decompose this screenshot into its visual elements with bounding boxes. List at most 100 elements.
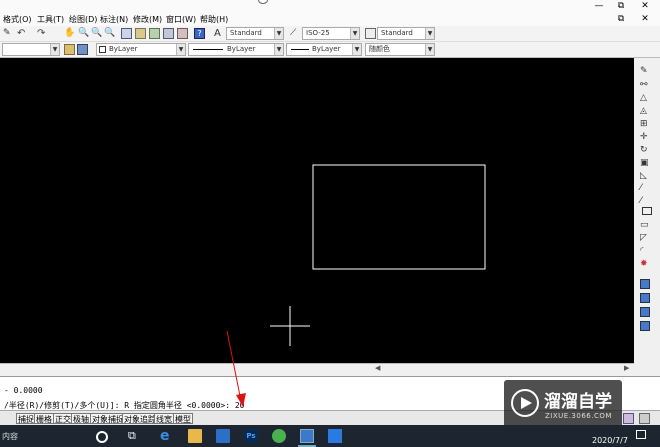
- lineweight-value: ByLayer: [312, 45, 341, 53]
- rotate-icon[interactable]: ↻: [640, 145, 650, 155]
- tray-settings-icon[interactable]: [623, 413, 634, 424]
- text-style-icon[interactable]: A: [214, 28, 225, 39]
- stretch-icon[interactable]: ◺: [640, 171, 650, 181]
- wechat-icon[interactable]: [272, 429, 286, 443]
- menu-dimension[interactable]: 标注(N): [100, 14, 128, 25]
- markup-icon[interactable]: [177, 28, 188, 39]
- help-icon[interactable]: ?: [194, 28, 205, 39]
- design-center-icon[interactable]: [135, 28, 146, 39]
- offset-icon[interactable]: ◬: [640, 106, 650, 116]
- snap-button[interactable]: 捕捉: [16, 413, 36, 424]
- move-icon[interactable]: ✛: [640, 132, 650, 142]
- restore-button[interactable]: ⧉: [610, 0, 632, 12]
- redo-icon[interactable]: ↷: [37, 28, 48, 39]
- color-value: ByLayer: [109, 45, 138, 53]
- menu-format[interactable]: 格式(O): [3, 14, 32, 25]
- scale-icon[interactable]: ▣: [640, 158, 650, 168]
- pencil-icon[interactable]: ✎: [3, 28, 14, 39]
- task-view-icon[interactable]: ⧉: [128, 429, 136, 443]
- file-explorer-icon[interactable]: [188, 429, 202, 443]
- chevron-down-icon: ▼: [274, 44, 283, 55]
- modify-toolbar: ✎ ⚯ △ ◬ ⊞ ✛ ↻ ▣ ◺ ⁄ ⁄ ▭ ◸ ◜ ✸: [634, 58, 660, 363]
- ortho-button[interactable]: 正交: [53, 413, 73, 424]
- array-icon[interactable]: ⊞: [640, 119, 650, 129]
- color-select[interactable]: ByLayer ▼: [96, 43, 186, 56]
- zoom-window-icon[interactable]: 🔍: [91, 28, 102, 39]
- chevron-down-icon: ▼: [425, 44, 434, 55]
- model-button[interactable]: 模型: [173, 413, 193, 424]
- doc-close-button[interactable]: ✕: [634, 13, 656, 25]
- line-sample-icon: [193, 48, 223, 50]
- rectangle-shape[interactable]: [312, 164, 486, 270]
- notification-icon[interactable]: [636, 430, 646, 439]
- fillet-icon[interactable]: ◜: [640, 246, 650, 256]
- join-icon[interactable]: ▭: [640, 220, 650, 230]
- linetype-select[interactable]: ByLayer ▼: [188, 43, 284, 56]
- menu-tools[interactable]: 工具(T): [37, 14, 64, 25]
- undo-icon[interactable]: ↶: [17, 28, 28, 39]
- watermark-logo: 溜溜自学 ZIXUE.3066.COM: [504, 380, 622, 430]
- table-style-select[interactable]: Standard ▼: [377, 27, 435, 40]
- menu-draw[interactable]: 绘图(D): [69, 14, 97, 25]
- grid-button[interactable]: 栅格: [34, 413, 54, 424]
- dim-style-select[interactable]: ISO-25 ▼: [302, 27, 360, 40]
- extend-icon[interactable]: ⁄: [640, 196, 650, 206]
- layer-manager-icon[interactable]: [77, 44, 88, 55]
- windows-taskbar: 内容 ⧉ e Ps 2020/7/7: [0, 425, 660, 447]
- otrack-button[interactable]: 对象追踪: [122, 413, 158, 424]
- break-icon[interactable]: [642, 207, 652, 215]
- copy-icon[interactable]: ⚯: [640, 80, 650, 90]
- plot-style-value: 随颜色: [369, 45, 390, 53]
- zoom-previous-icon[interactable]: 🔍: [104, 28, 115, 39]
- store-icon[interactable]: [216, 429, 230, 443]
- bring-above-icon[interactable]: [640, 321, 650, 331]
- bring-front-icon[interactable]: [640, 293, 650, 303]
- close-button[interactable]: ✕: [634, 0, 656, 12]
- tool-palettes-icon[interactable]: [149, 28, 160, 39]
- cortana-icon[interactable]: [96, 431, 108, 443]
- pan-icon[interactable]: ✋: [64, 28, 75, 39]
- mirror-icon[interactable]: △: [640, 93, 650, 103]
- chamfer-icon[interactable]: ◸: [640, 233, 650, 243]
- drawing-canvas[interactable]: [0, 58, 634, 363]
- dim-style-value: ISO-25: [306, 29, 330, 37]
- table-style-icon[interactable]: [365, 28, 376, 39]
- autocad-icon[interactable]: [300, 429, 314, 443]
- chevron-down-icon: ▼: [50, 44, 59, 55]
- chevron-down-icon: ▼: [350, 28, 359, 39]
- chevron-down-icon: ▼: [274, 28, 283, 39]
- send-back-icon[interactable]: [640, 307, 650, 317]
- minimize-button[interactable]: —: [588, 0, 610, 12]
- polar-button[interactable]: 极轴: [71, 413, 91, 424]
- text-style-select[interactable]: Standard ▼: [226, 27, 284, 40]
- layer-previous-icon[interactable]: [64, 44, 75, 55]
- scroll-left-icon[interactable]: ◀: [375, 364, 380, 372]
- erase-icon[interactable]: ✎: [640, 66, 650, 76]
- sheet-set-icon[interactable]: [163, 28, 174, 39]
- clean-screen-icon[interactable]: [639, 413, 650, 424]
- scroll-right-icon[interactable]: ▶: [624, 364, 629, 372]
- dim-style-icon[interactable]: ⟋: [290, 28, 301, 39]
- draw-order-icon[interactable]: [640, 279, 650, 289]
- menu-modify[interactable]: 修改(M): [133, 14, 162, 25]
- osnap-button[interactable]: 对象捕捉: [90, 413, 126, 424]
- horizontal-scrollbar[interactable]: ◀ ▶: [0, 363, 634, 372]
- trim-icon[interactable]: ⁄: [640, 183, 650, 193]
- zoom-realtime-icon[interactable]: 🔍: [78, 28, 89, 39]
- wps-icon[interactable]: [328, 429, 342, 443]
- standard-toolbar: ✎ ↶ ↷ ✋ 🔍 🔍 🔍 ? A Standard ▼ ⟋ ISO-25 ▼ …: [0, 26, 660, 42]
- clock-date: 2020/7/7: [592, 436, 628, 445]
- photoshop-icon[interactable]: Ps: [244, 429, 258, 443]
- edge-icon[interactable]: e: [160, 429, 174, 443]
- properties-icon[interactable]: [121, 28, 132, 39]
- color-swatch-icon: [99, 46, 106, 53]
- explode-icon[interactable]: ✸: [640, 259, 650, 269]
- lineweight-button[interactable]: 线宽: [154, 413, 174, 424]
- lineweight-select[interactable]: ByLayer ▼: [286, 43, 362, 56]
- doc-restore-button[interactable]: ⧉: [610, 13, 632, 25]
- menu-help[interactable]: 帮助(H): [200, 14, 228, 25]
- plot-style-select[interactable]: 随颜色 ▼: [365, 43, 435, 56]
- layer-select[interactable]: ▼: [2, 43, 60, 56]
- watermark-title: 溜溜自学: [544, 392, 612, 412]
- menu-window[interactable]: 窗口(W): [166, 14, 196, 25]
